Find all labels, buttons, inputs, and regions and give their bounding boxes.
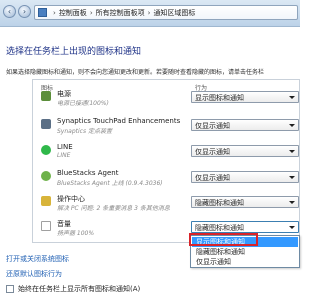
item-name: BlueStacks Agent	[57, 169, 119, 177]
power-icon	[41, 91, 51, 101]
behavior-dropdown[interactable]: 隐藏图标和通知	[191, 196, 299, 208]
chevron-right-icon: ›	[147, 8, 151, 17]
breadcrumb-item-control-panel[interactable]: 控制面板	[59, 8, 87, 18]
item-status: Synaptics 定点装置	[57, 128, 112, 135]
chevron-down-icon	[289, 124, 295, 127]
page-title: 选择在任务栏上出现的图标和通知	[6, 47, 142, 57]
item-status: LINE	[57, 152, 71, 159]
chevron-down-icon	[289, 96, 295, 99]
chevron-down-icon	[289, 226, 295, 229]
list-item-power: 电源 电源已接通(100%) 显示图标和通知	[33, 88, 299, 114]
item-status: 解决 PC 问题: 2 条重要消息 3 条其他消息	[57, 205, 170, 212]
list-item-bluestacks: BlueStacks Agent BlueStacks Agent 上线 (0.…	[33, 168, 299, 194]
item-status: 电源已接通(100%)	[57, 100, 109, 107]
dropdown-menu: 显示图标和通知 隐藏图标和通知 仅显示通知	[190, 235, 300, 268]
always-show-checkbox[interactable]	[6, 285, 14, 293]
behavior-dropdown-open[interactable]: 隐藏图标和通知	[191, 221, 299, 233]
chevron-right-icon: ›	[89, 8, 93, 17]
back-button[interactable]: ‹	[3, 5, 16, 18]
dropdown-value: 隐藏图标和通知	[195, 199, 244, 207]
chevron-down-icon	[289, 150, 295, 153]
dropdown-value: 仅显示通知	[195, 122, 230, 130]
forward-button[interactable]: ›	[18, 5, 31, 18]
item-name: Synaptics TouchPad Enhancements	[57, 117, 181, 125]
item-status: 扬声器 100%	[57, 230, 95, 237]
address-bar-area: ‹ › › 控制面板 › 所有控制面板项 › 通知区域图标	[0, 0, 300, 27]
icons-list: 图标 行为 电源 电源已接通(100%) 显示图标和通知 Synaptics T…	[32, 79, 300, 243]
breadcrumb[interactable]: › 控制面板 › 所有控制面板项 › 通知区域图标	[34, 5, 298, 20]
chevron-down-icon	[289, 176, 295, 179]
item-name: LINE	[57, 143, 73, 151]
action-center-icon	[41, 196, 51, 206]
behavior-dropdown[interactable]: 显示图标和通知	[191, 91, 299, 103]
always-show-label: 始终在任务栏上显示所有图标和通知(A)	[18, 285, 141, 293]
dropdown-value: 显示图标和通知	[195, 94, 244, 102]
list-item-action-center: 操作中心 解决 PC 问题: 2 条重要消息 3 条其他消息 隐藏图标和通知	[33, 193, 299, 219]
item-status: BlueStacks Agent 上线 (0.9.4.3036)	[57, 180, 163, 187]
dropdown-value: 隐藏图标和通知	[195, 224, 244, 232]
touchpad-icon	[41, 119, 51, 129]
breadcrumb-item-notification-icons[interactable]: 通知区域图标	[153, 8, 195, 18]
behavior-dropdown[interactable]: 仅显示通知	[191, 145, 299, 157]
page-description: 如果选择隐藏图标和通知，则不会向您通知更改和更新。若要随时查看隐藏的图标，请单击…	[6, 69, 265, 76]
system-icons-link[interactable]: 打开或关闭系统图标	[6, 254, 69, 264]
dropdown-option-hide[interactable]: 隐藏图标和通知	[192, 247, 298, 257]
behavior-dropdown[interactable]: 仅显示通知	[191, 119, 299, 131]
dropdown-value: 仅显示通知	[195, 148, 230, 156]
line-icon	[41, 145, 51, 155]
chevron-down-icon	[289, 201, 295, 204]
restore-defaults-link[interactable]: 还原默认图标行为	[6, 269, 62, 279]
volume-icon	[41, 221, 51, 231]
breadcrumb-item-all-items[interactable]: 所有控制面板项	[96, 8, 145, 18]
dropdown-option-show[interactable]: 显示图标和通知	[192, 237, 298, 247]
control-panel-icon	[38, 8, 47, 17]
behavior-dropdown[interactable]: 仅显示通知	[191, 171, 299, 183]
dropdown-value: 仅显示通知	[195, 174, 230, 182]
bluestacks-icon	[41, 171, 51, 181]
list-item-synaptics: Synaptics TouchPad Enhancements Synaptic…	[33, 116, 299, 142]
list-item-line: LINE LINE 仅显示通知	[33, 142, 299, 168]
dropdown-option-notify-only[interactable]: 仅显示通知	[192, 257, 298, 267]
chevron-right-icon: ›	[53, 8, 56, 17]
